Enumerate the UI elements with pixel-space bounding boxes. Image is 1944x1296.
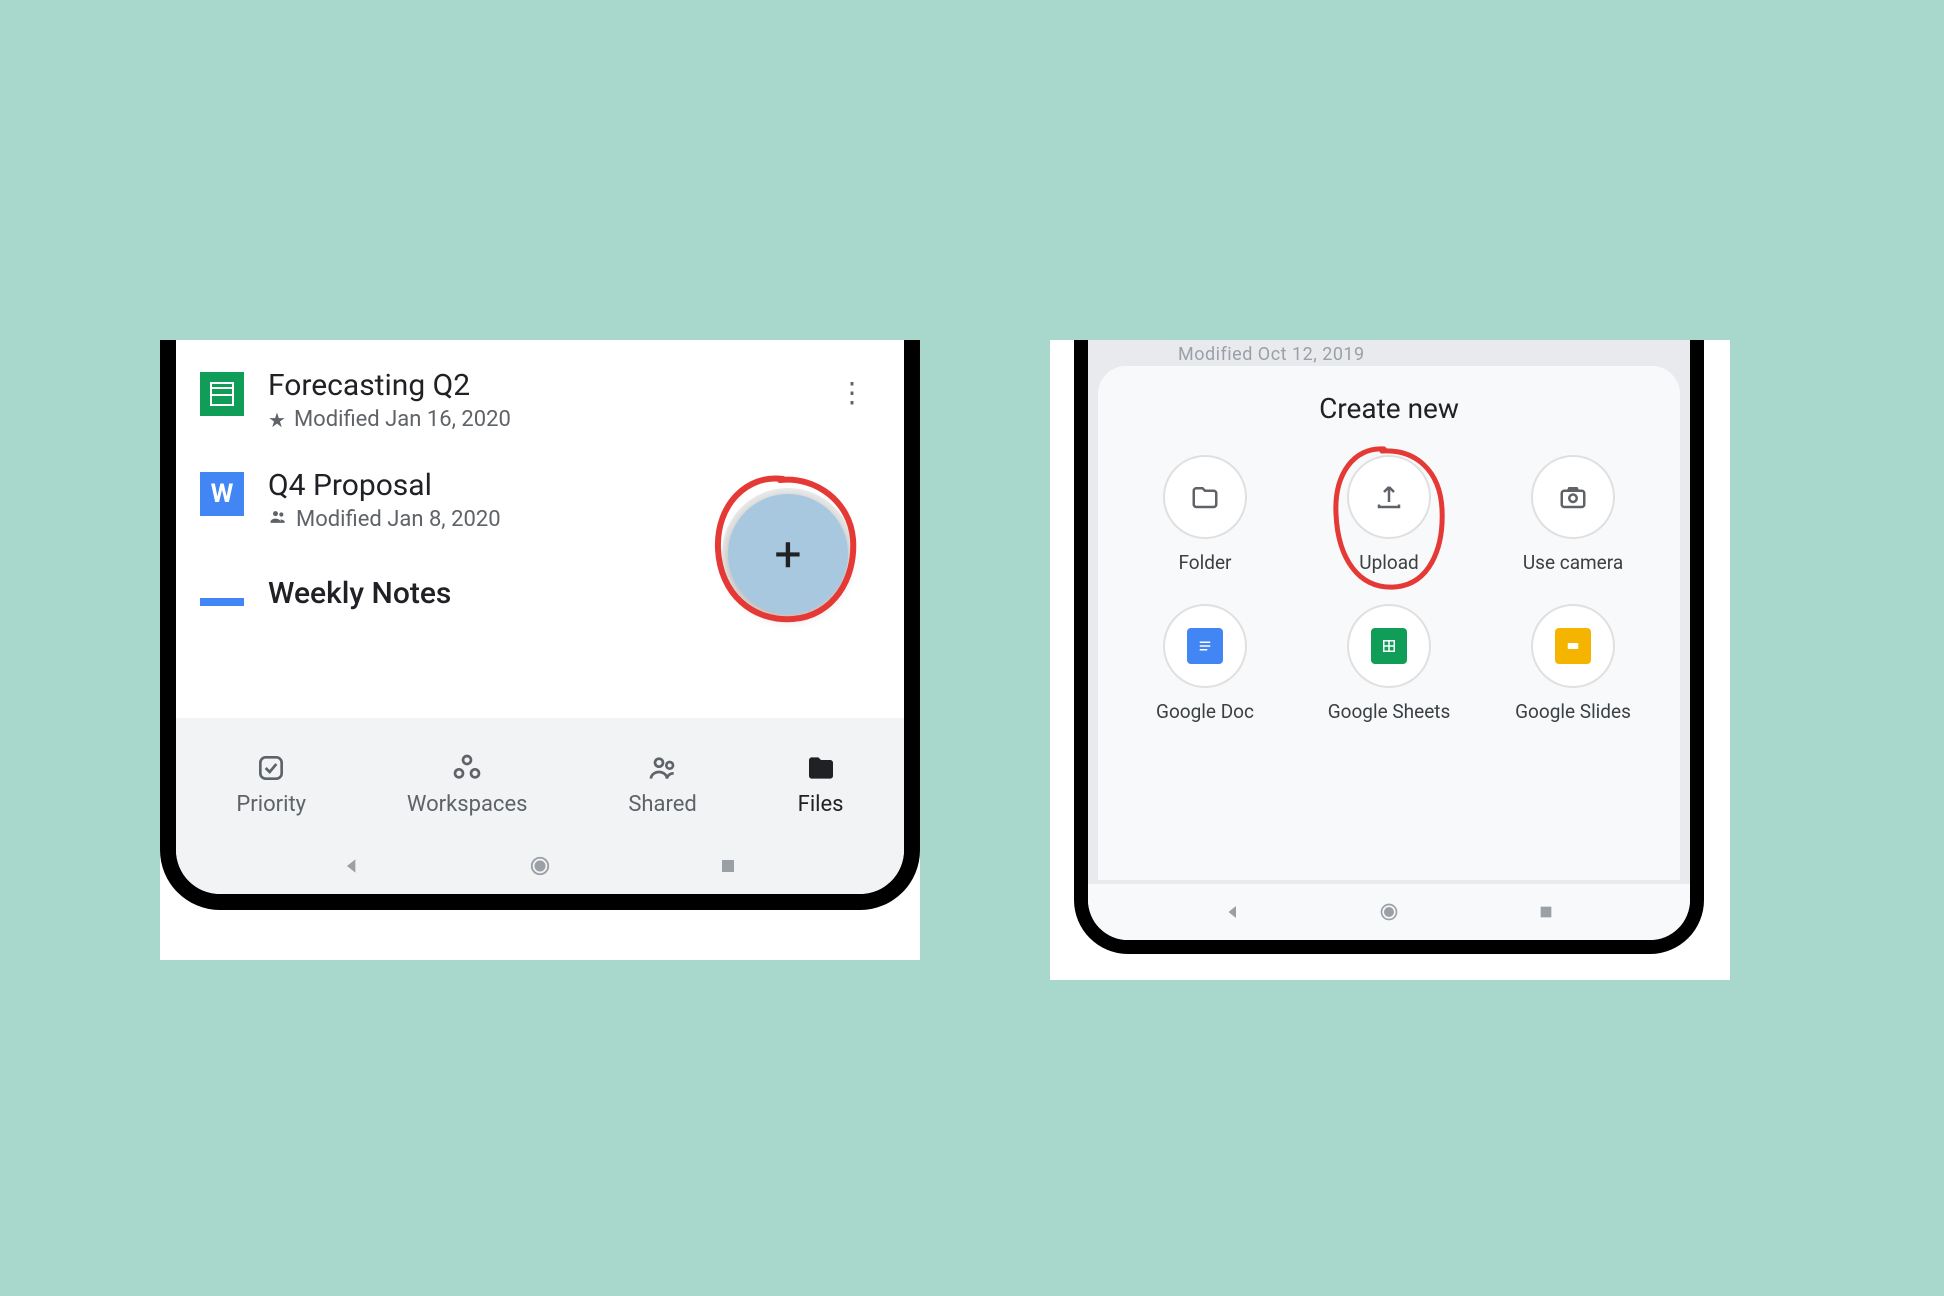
more-icon[interactable]: ⋮ [830,368,874,417]
left-phone-screen: Forecasting Q2 ★ Modified Jan 16, 2020 ⋮… [176,340,904,894]
create-new-sheet: Create new Folder Upload [1098,366,1680,880]
option-upload[interactable]: Upload [1302,455,1476,574]
nav-label: Files [798,792,844,817]
file-meta-text: Modified Jan 8, 2020 [296,507,501,532]
left-phone-container: Forecasting Q2 ★ Modified Jan 16, 2020 ⋮… [160,340,920,960]
shared-icon [647,750,679,786]
partial-header-text: Modified Oct 12, 2019 [1178,344,1365,365]
option-circle [1531,604,1615,688]
option-label: Upload [1359,551,1419,574]
option-label: Google Doc [1156,700,1254,723]
plus-icon: + [774,526,801,583]
file-meta-text: Modified Jan 16, 2020 [294,407,511,432]
nav-label: Shared [628,792,696,817]
nav-shared[interactable]: Shared [628,750,696,817]
home-button[interactable] [528,854,552,878]
files-icon [805,750,837,786]
option-label: Use camera [1523,551,1623,574]
back-button[interactable] [340,854,364,878]
option-use-camera[interactable]: Use camera [1486,455,1660,574]
nav-priority[interactable]: Priority [236,750,306,817]
nav-label: Priority [236,792,306,817]
nav-workspaces[interactable]: Workspaces [407,750,528,817]
right-phone-container: Modified Oct 12, 2019 Create new Folder [1050,340,1730,980]
google-slides-icon [1555,628,1591,664]
home-button[interactable] [1377,900,1401,924]
right-phone-frame: Modified Oct 12, 2019 Create new Folder [1074,340,1704,954]
word-icon: W [200,472,244,516]
system-navigation [176,838,904,894]
star-icon: ★ [268,408,286,432]
fab-create-button[interactable]: + [728,494,848,614]
camera-icon [1558,482,1588,512]
sheet-title: Create new [1118,392,1660,425]
option-label: Google Slides [1515,700,1631,723]
recent-button[interactable] [1534,900,1558,924]
option-google-sheets[interactable]: Google Sheets [1302,604,1476,723]
option-google-doc[interactable]: Google Doc [1118,604,1292,723]
system-navigation [1088,884,1690,940]
bottom-navigation: Priority Workspaces Shared [176,718,904,838]
nav-label: Workspaces [407,792,528,817]
option-folder[interactable]: Folder [1118,455,1292,574]
upload-icon [1374,482,1404,512]
option-circle [1531,455,1615,539]
file-info: Forecasting Q2 ★ Modified Jan 16, 2020 [268,368,806,432]
google-sheets-icon [1371,628,1407,664]
file-title: Forecasting Q2 [268,368,806,403]
sheets-icon [200,372,244,416]
option-label: Google Sheets [1328,700,1451,723]
priority-icon [255,750,287,786]
left-phone-frame: Forecasting Q2 ★ Modified Jan 16, 2020 ⋮… [160,340,920,910]
back-button[interactable] [1221,900,1245,924]
people-icon [268,507,288,532]
option-circle [1163,604,1247,688]
file-item-forecasting[interactable]: Forecasting Q2 ★ Modified Jan 16, 2020 ⋮ [176,350,904,450]
create-options-grid: Folder Upload Use camera [1118,455,1660,723]
folder-icon [1190,482,1220,512]
option-circle [1347,455,1431,539]
option-circle [1163,455,1247,539]
recent-button[interactable] [716,854,740,878]
google-doc-icon [1187,628,1223,664]
option-google-slides[interactable]: Google Slides [1486,604,1660,723]
option-label: Folder [1179,551,1232,574]
docs-icon [200,598,244,606]
option-circle [1347,604,1431,688]
workspaces-icon [451,750,483,786]
nav-files[interactable]: Files [798,750,844,817]
file-meta: ★ Modified Jan 16, 2020 [268,407,806,432]
